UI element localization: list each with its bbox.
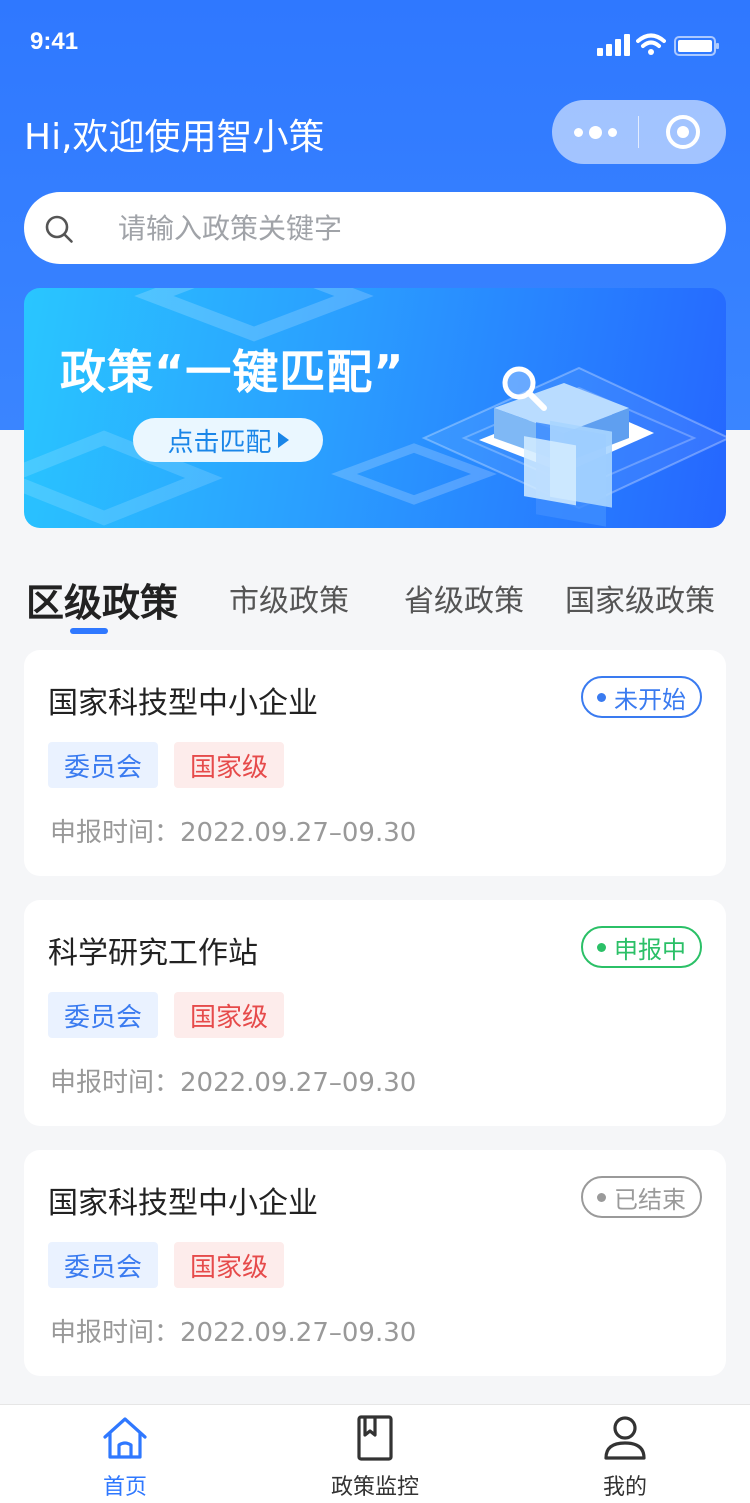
apply-date: 申报时间：2022.09.27–09.30 (50, 1068, 417, 1098)
policy-card[interactable]: 国家科技型中小企业 已结束 委员会 国家级 申报时间：2022.09.27–09… (24, 1150, 726, 1376)
policy-card[interactable]: 国家科技型中小企业 未开始 委员会 国家级 申报时间：2022.09.27–09… (24, 650, 726, 876)
dot-icon (589, 125, 602, 139)
level-tag: 国家级 (174, 992, 285, 1038)
status-label: 未开始 (614, 685, 686, 714)
tabbar-label: 首页 (102, 1475, 147, 1500)
status-time: 9:41 (30, 28, 79, 55)
target-circle-icon (665, 115, 700, 149)
policy-title: 国家科技型中小企业 (48, 1186, 318, 1221)
tabbar-label: 我的 (602, 1475, 647, 1500)
user-icon (604, 1416, 646, 1460)
wifi-icon (636, 33, 666, 55)
search-bar (24, 192, 726, 264)
policy-card[interactable]: 科学研究工作站 申报中 委员会 国家级 申报时间：2022.09.27–09.3… (24, 900, 726, 1126)
search-input[interactable] (118, 192, 698, 264)
banner-title: 政策“一键匹配” (60, 345, 405, 399)
status-label: 已结束 (614, 1185, 686, 1214)
tab-national[interactable]: 国家级政策 (565, 576, 715, 620)
status-label: 申报中 (614, 935, 686, 964)
apply-date: 申报时间：2022.09.27–09.30 (50, 818, 417, 848)
status-badge: 未开始 (581, 676, 702, 718)
org-tag: 委员会 (48, 992, 159, 1038)
policy-title: 科学研究工作站 (48, 936, 258, 971)
org-tag: 委员会 (48, 742, 159, 788)
status-dot-icon (597, 692, 606, 702)
status-bar: 9:41 (0, 0, 750, 88)
status-dot-icon (597, 942, 606, 952)
tabbar-label: 政策监控 (330, 1475, 419, 1500)
dot-icon (574, 127, 583, 137)
cellular-signal-icon (597, 34, 630, 56)
status-badge: 已结束 (581, 1176, 702, 1218)
level-tag: 国家级 (174, 742, 285, 788)
play-arrow-icon (277, 432, 289, 448)
match-banner[interactable]: 政策“一键匹配” 点击匹配 (24, 288, 726, 528)
policy-level-tabs: 区级政策 市级政策 省级政策 国家级政策 (0, 572, 750, 636)
bottom-tab-bar: 首页 政策监控 我的 (0, 1404, 750, 1503)
status-badge: 申报中 (581, 926, 702, 968)
dot-icon (608, 127, 617, 137)
active-tab-indicator (70, 628, 108, 634)
more-menu-button[interactable] (552, 100, 639, 164)
apply-date: 申报时间：2022.09.27–09.30 (50, 1318, 417, 1348)
tab-city[interactable]: 市级政策 (229, 576, 349, 620)
battery-icon (674, 36, 719, 56)
search-icon (45, 215, 73, 243)
home-icon (103, 1417, 147, 1459)
level-tag: 国家级 (174, 1242, 285, 1288)
match-button[interactable]: 点击匹配 (133, 418, 323, 462)
tabbar-item-policy-monitor[interactable]: 政策监控 (250, 1405, 500, 1503)
book-icon (357, 1415, 393, 1461)
status-dot-icon (597, 1192, 606, 1202)
tabbar-item-home[interactable]: 首页 (0, 1405, 250, 1503)
close-miniprogram-button[interactable] (639, 100, 726, 164)
match-button-label: 点击匹配 (167, 427, 272, 458)
org-tag: 委员会 (48, 1242, 159, 1288)
tabbar-item-profile[interactable]: 我的 (500, 1405, 750, 1503)
policy-title: 国家科技型中小企业 (48, 686, 318, 721)
greeting-title: Hi,欢迎使用智小策 (24, 117, 325, 158)
tab-district[interactable]: 区级政策 (26, 572, 178, 627)
tab-province[interactable]: 省级政策 (404, 576, 524, 620)
miniprogram-capsule (552, 100, 726, 164)
banner-illustration (24, 288, 726, 527)
